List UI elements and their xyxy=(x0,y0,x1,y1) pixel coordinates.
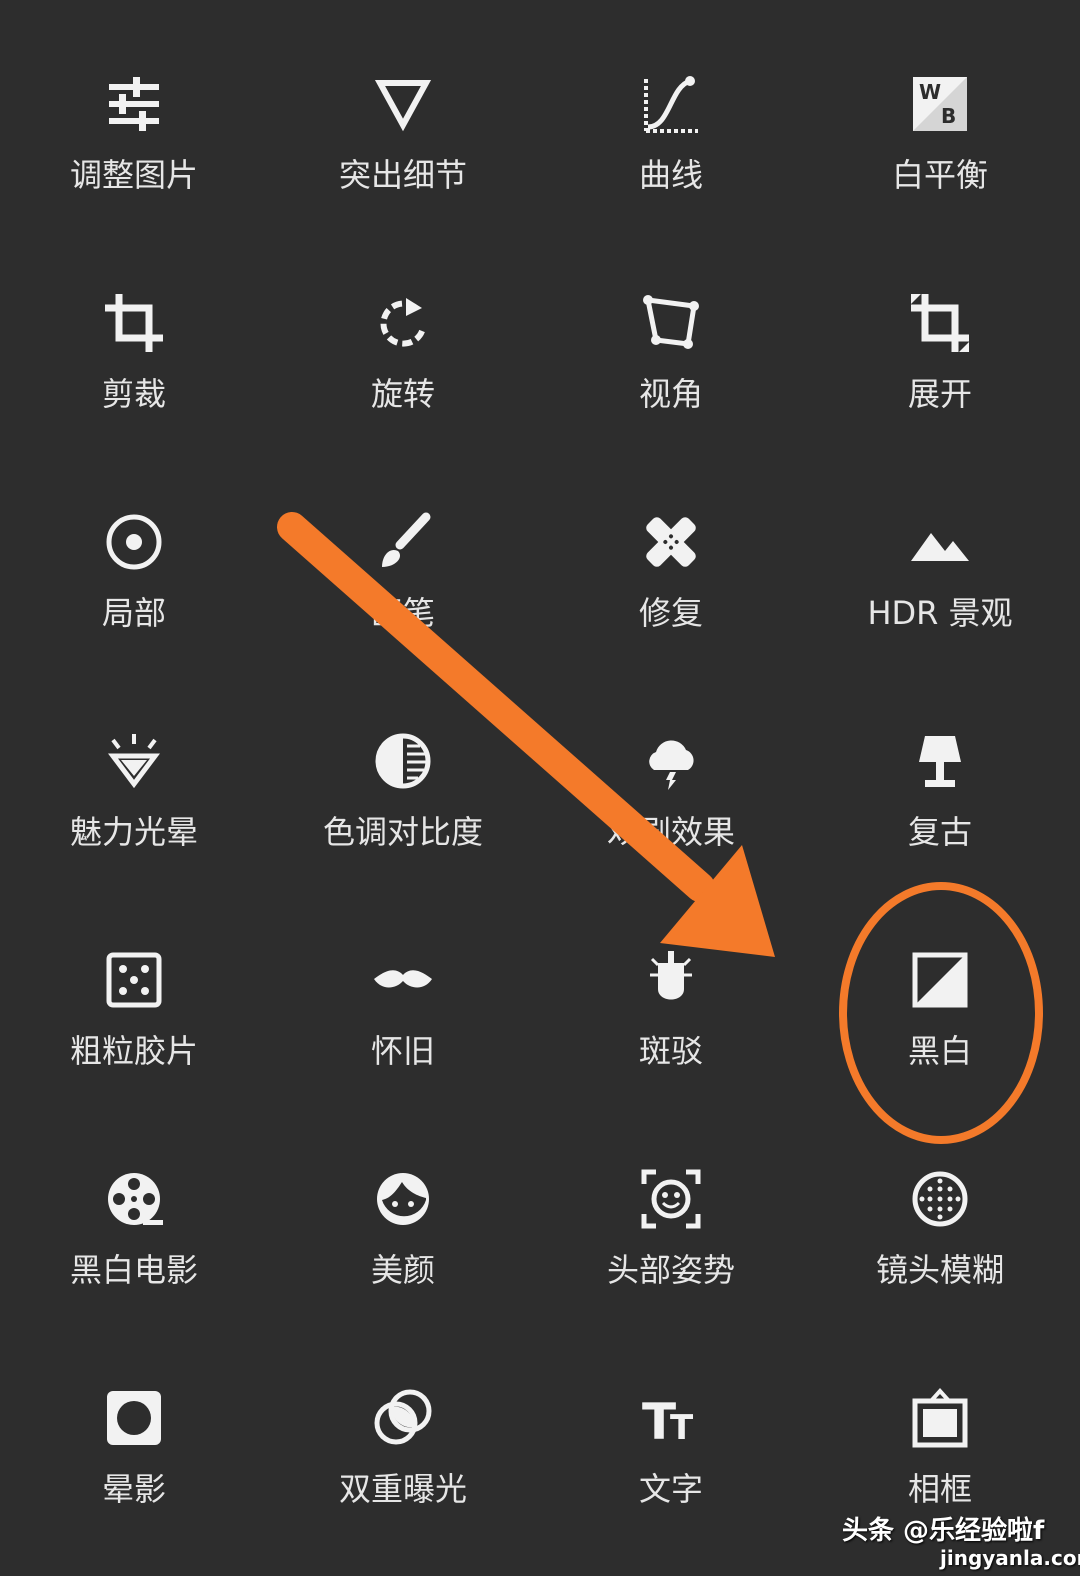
tool-black-white[interactable]: 黑白 xyxy=(806,876,1074,1095)
tool-lens-blur[interactable]: 镜头模糊 xyxy=(806,1095,1074,1314)
tool-label: 旋转 xyxy=(370,375,435,413)
tool-label: 魅力光晕 xyxy=(69,813,198,851)
tool-label: 局部 xyxy=(101,594,166,632)
lamp-icon xyxy=(919,736,961,787)
svg-text:T: T xyxy=(670,1408,694,1448)
tool-label: 斑驳 xyxy=(638,1032,703,1070)
tool-triangle-down[interactable]: 突出细节 xyxy=(269,0,537,219)
lens-blur-icon xyxy=(912,1171,968,1227)
mountain-icon xyxy=(911,533,969,561)
tool-label: 怀旧 xyxy=(370,1032,435,1070)
tool-label: 黑白 xyxy=(907,1032,972,1070)
tool-crop[interactable]: 剪裁 xyxy=(0,219,268,438)
tool-label: 文字 xyxy=(638,1470,703,1508)
tool-lamp[interactable]: 复古 xyxy=(806,657,1074,876)
tool-guitar[interactable]: 斑驳 xyxy=(537,876,805,1095)
mustache-icon xyxy=(374,970,432,988)
perspective-icon xyxy=(643,295,699,349)
tool-label: 晕影 xyxy=(101,1470,166,1508)
tool-film-reel[interactable]: 黑白电影 xyxy=(0,1095,268,1314)
rotate-icon xyxy=(380,298,426,347)
text-icon: TT xyxy=(642,1393,694,1449)
svg-text:B: B xyxy=(941,104,956,128)
brush-icon xyxy=(382,512,431,567)
watermark-url: jingyanla.com xyxy=(940,1546,1080,1570)
watermark: 头条 @乐经验啦f xyxy=(842,1516,1045,1546)
tool-label: 复古 xyxy=(907,813,972,851)
cloud-icon xyxy=(649,740,694,790)
tool-frame[interactable]: 相框 xyxy=(806,1314,1074,1533)
face-icon xyxy=(377,1173,429,1225)
tool-expand[interactable]: 展开 xyxy=(806,219,1074,438)
tool-curve[interactable]: 曲线 xyxy=(537,0,805,219)
tool-label: 展开 xyxy=(907,375,972,413)
curve-icon xyxy=(644,76,698,133)
tool-double-exposure[interactable]: 双重曝光 xyxy=(269,1314,537,1533)
tool-label: 曲线 xyxy=(638,156,703,194)
tool-label: 镜头模糊 xyxy=(875,1251,1004,1289)
svg-text:W: W xyxy=(919,80,941,104)
tool-cloud[interactable]: 戏剧效果 xyxy=(537,657,805,876)
sliders-icon xyxy=(109,77,159,131)
diamond-icon xyxy=(108,734,160,789)
tool-rotate[interactable]: 旋转 xyxy=(269,219,537,438)
tonal-contrast-icon xyxy=(375,733,431,789)
face-frame-icon xyxy=(641,1169,701,1229)
tool-face-frame[interactable]: 头部姿势 xyxy=(537,1095,805,1314)
target-icon xyxy=(106,514,162,570)
tool-label: 头部姿势 xyxy=(606,1251,735,1289)
tool-label: 黑白电影 xyxy=(69,1251,198,1289)
frame-icon xyxy=(912,1388,968,1448)
tool-label: 美颜 xyxy=(370,1251,435,1289)
tool-white-balance[interactable]: W B 白平衡 xyxy=(806,0,1074,219)
tool-target[interactable]: 局部 xyxy=(0,438,268,657)
tool-brush[interactable]: 画笔 xyxy=(269,438,537,657)
triangle-down-icon xyxy=(374,80,432,132)
tool-label: 画笔 xyxy=(370,594,435,632)
tool-mustache[interactable]: 怀旧 xyxy=(269,876,537,1095)
tool-face[interactable]: 美颜 xyxy=(269,1095,537,1314)
white-balance-icon: WB xyxy=(913,77,967,131)
tool-label: 突出细节 xyxy=(338,156,467,194)
guitar-icon xyxy=(650,951,692,1000)
tool-vignette[interactable]: 晕影 xyxy=(0,1314,268,1533)
tool-label: 双重曝光 xyxy=(338,1470,467,1508)
tool-label: 白平衡 xyxy=(891,156,988,194)
tool-label: 视角 xyxy=(638,375,703,413)
expand-icon xyxy=(911,294,969,352)
tool-sliders[interactable]: 调整图片 xyxy=(0,0,268,219)
grain-icon xyxy=(106,952,162,1008)
vignette-icon xyxy=(107,1391,161,1445)
tool-label: 戏剧效果 xyxy=(606,813,735,851)
tool-text[interactable]: T T 文字 xyxy=(537,1314,805,1533)
tool-label: HDR 景观 xyxy=(867,594,1013,632)
tool-perspective[interactable]: 视角 xyxy=(537,219,805,438)
crop-icon xyxy=(105,294,163,352)
tool-label: 剪裁 xyxy=(101,375,166,413)
tool-tonal-contrast[interactable]: 色调对比度 xyxy=(269,657,537,876)
tool-label: 相框 xyxy=(907,1470,972,1508)
tool-bandage[interactable]: 修复 xyxy=(537,438,805,657)
bandage-icon xyxy=(646,517,696,567)
film-reel-icon xyxy=(108,1173,163,1225)
double-exposure-icon xyxy=(374,1389,432,1445)
tool-mountain[interactable]: HDR 景观 xyxy=(806,438,1074,657)
tool-label: 修复 xyxy=(638,594,703,632)
tool-grain[interactable]: 粗粒胶片 xyxy=(0,876,268,1095)
tool-diamond[interactable]: 魅力光晕 xyxy=(0,657,268,876)
black-white-icon xyxy=(912,952,968,1008)
tool-label: 调整图片 xyxy=(69,156,198,194)
tool-label: 色调对比度 xyxy=(322,813,483,851)
tool-label: 粗粒胶片 xyxy=(69,1032,198,1070)
